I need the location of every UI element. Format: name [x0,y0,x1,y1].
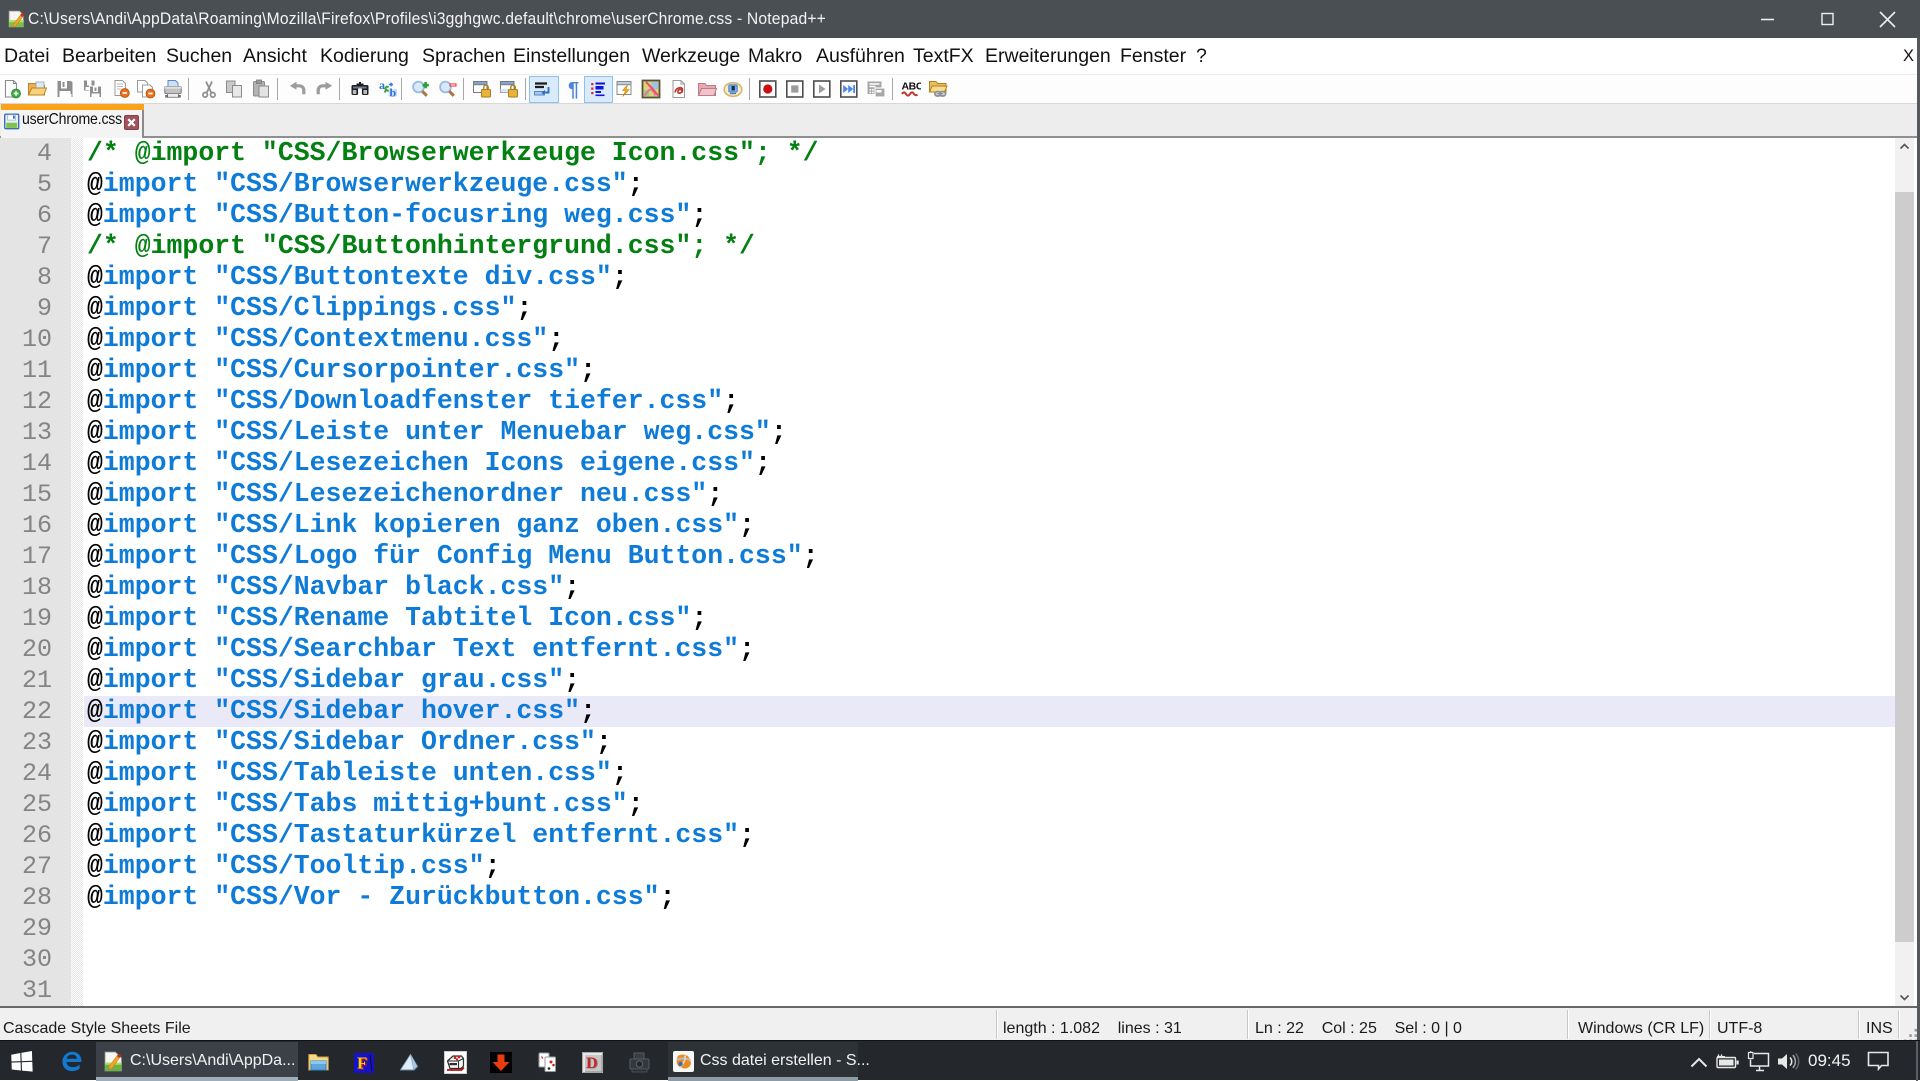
svg-text:F: F [357,1054,367,1073]
svg-text:¶: ¶ [568,79,579,99]
svg-text:a: a [379,79,385,92]
svg-text:D: D [586,1055,598,1072]
svg-text:ABC: ABC [902,81,922,93]
svg-text:b: b [390,86,397,100]
